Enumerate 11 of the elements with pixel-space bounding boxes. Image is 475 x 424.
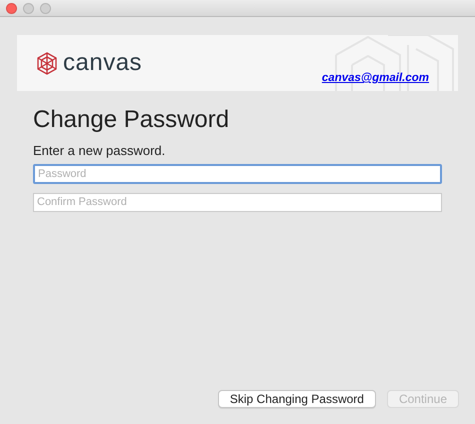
zoom-button[interactable] <box>40 2 51 14</box>
email-link[interactable]: canvas@gmail.com <box>322 72 429 84</box>
skip-button[interactable]: Skip Changing Password <box>218 390 376 408</box>
minimize-button[interactable] <box>23 2 34 14</box>
confirm-password-field[interactable]: Confirm Password <box>33 192 442 212</box>
close-button[interactable] <box>6 2 17 14</box>
instruction-text: Enter a new password. <box>33 143 166 158</box>
logo-icon <box>37 52 57 74</box>
password-field[interactable]: Password <box>33 164 442 184</box>
logo-text: canvas <box>63 50 142 76</box>
page-title: Change Password <box>33 105 230 135</box>
